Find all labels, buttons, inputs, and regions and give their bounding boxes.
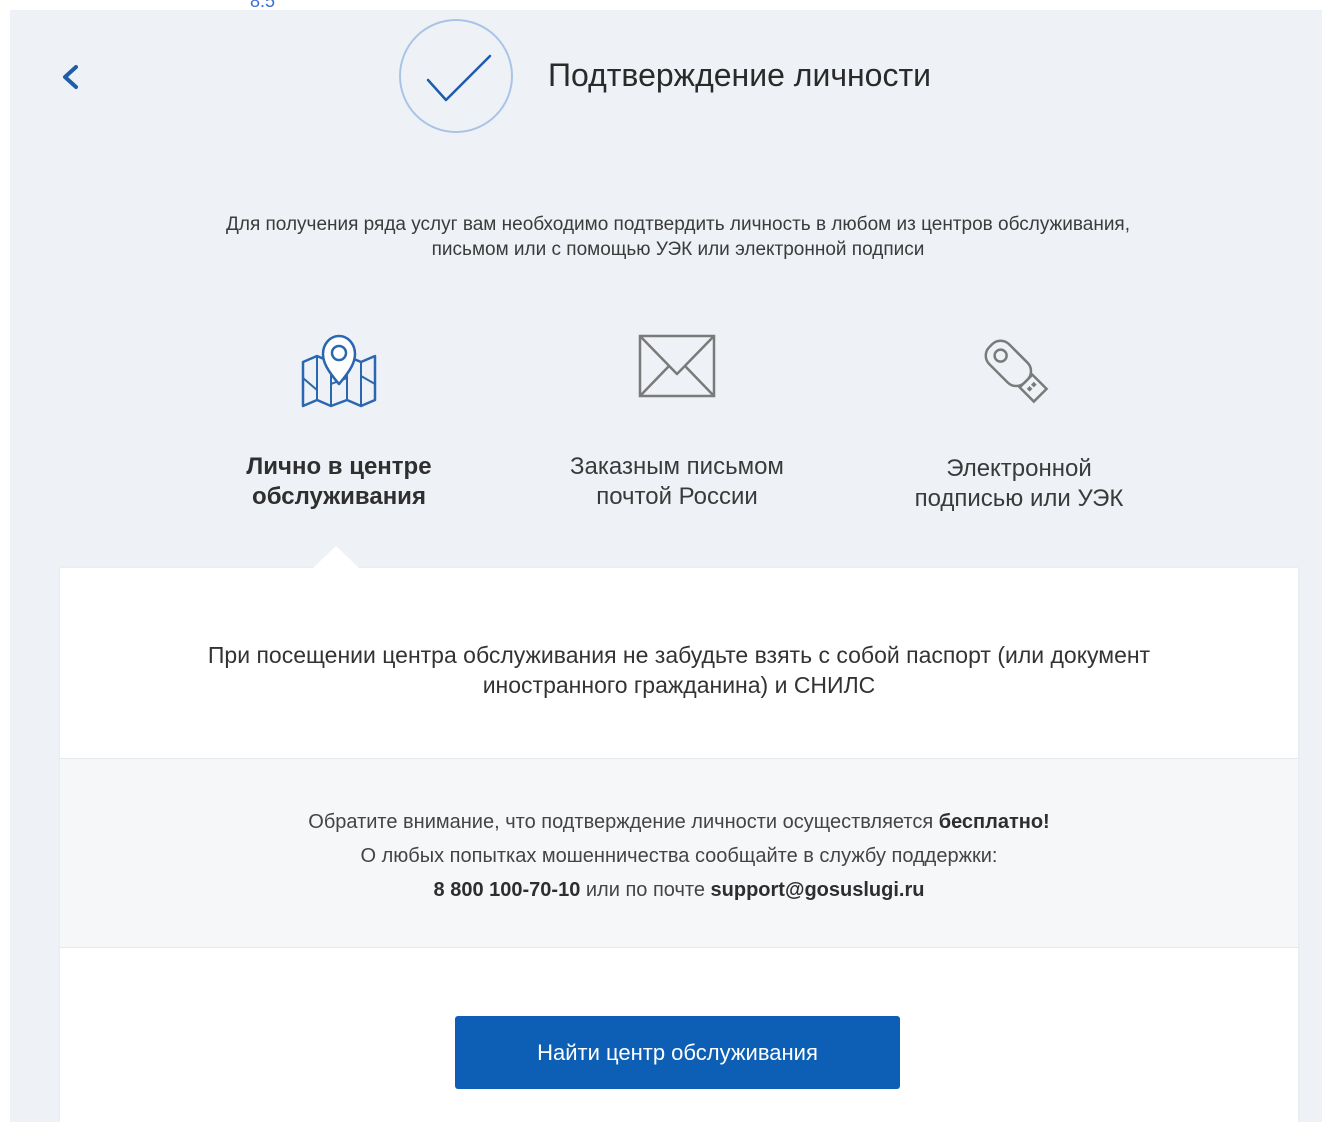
card-pointer xyxy=(312,546,360,569)
intro-line: Для получения ряда услуг вам необходимо … xyxy=(226,214,1130,235)
visit-reminder-text: При посещении центра обслуживания не заб… xyxy=(60,640,1298,700)
back-button[interactable] xyxy=(56,60,84,94)
chevron-left-icon xyxy=(63,65,78,89)
option-label: Электронной xyxy=(946,455,1092,482)
option-e-signature[interactable]: Электронной подписью или УЭК xyxy=(884,332,1154,514)
intro-line: письмом или с помощью УЭК или электронно… xyxy=(431,239,925,260)
option-label: Лично в центре xyxy=(246,453,432,480)
support-email: support@gosuslugi.ru xyxy=(710,879,925,901)
map-pin-icon xyxy=(301,334,377,408)
notice-line: Обратите внимание, что подтверждение лич… xyxy=(60,805,1298,839)
option-label: Заказным письмом xyxy=(570,453,784,480)
find-service-center-button[interactable]: Найти центр обслуживания xyxy=(455,1016,900,1089)
free-service-notice: Обратите внимание, что подтверждение лич… xyxy=(60,758,1298,948)
reminder-line: При посещении центра обслуживания не заб… xyxy=(207,642,1151,668)
free-emphasis: бесплатно! xyxy=(938,811,1050,833)
corner-label: 8.5 xyxy=(250,0,276,11)
option-registered-mail[interactable]: Заказным письмом почтой России xyxy=(540,332,814,512)
option-label: почтой России xyxy=(596,483,758,510)
notice-text-part: или по почте xyxy=(580,879,711,901)
checkmark-circle-icon xyxy=(399,19,513,133)
page-title: Подтверждение личности xyxy=(548,57,931,93)
support-phone: 8 800 100-70-10 xyxy=(433,879,581,901)
reminder-line: иностранного гражданина) и СНИЛС xyxy=(482,672,876,698)
notice-line: 8 800 100-70-10 или по почте support@gos… xyxy=(60,873,1298,907)
usb-key-icon xyxy=(984,339,1049,404)
page: 8.5 Подтверждение личности Для получения… xyxy=(0,0,1322,1122)
option-in-person[interactable]: Лично в центре обслуживания xyxy=(206,332,472,512)
envelope-icon xyxy=(638,334,716,398)
notice-text-part: Обратите внимание, что подтверждение лич… xyxy=(308,811,939,833)
notice-text: Обратите внимание, что подтверждение лич… xyxy=(60,805,1298,907)
option-label: обслуживания xyxy=(252,483,426,510)
notice-line: О любых попытках мошенничества сообщайте… xyxy=(360,845,998,867)
option-label: подписью или УЭК xyxy=(914,485,1124,512)
intro-text: Для получения ряда услуг вам необходимо … xyxy=(80,212,1276,262)
